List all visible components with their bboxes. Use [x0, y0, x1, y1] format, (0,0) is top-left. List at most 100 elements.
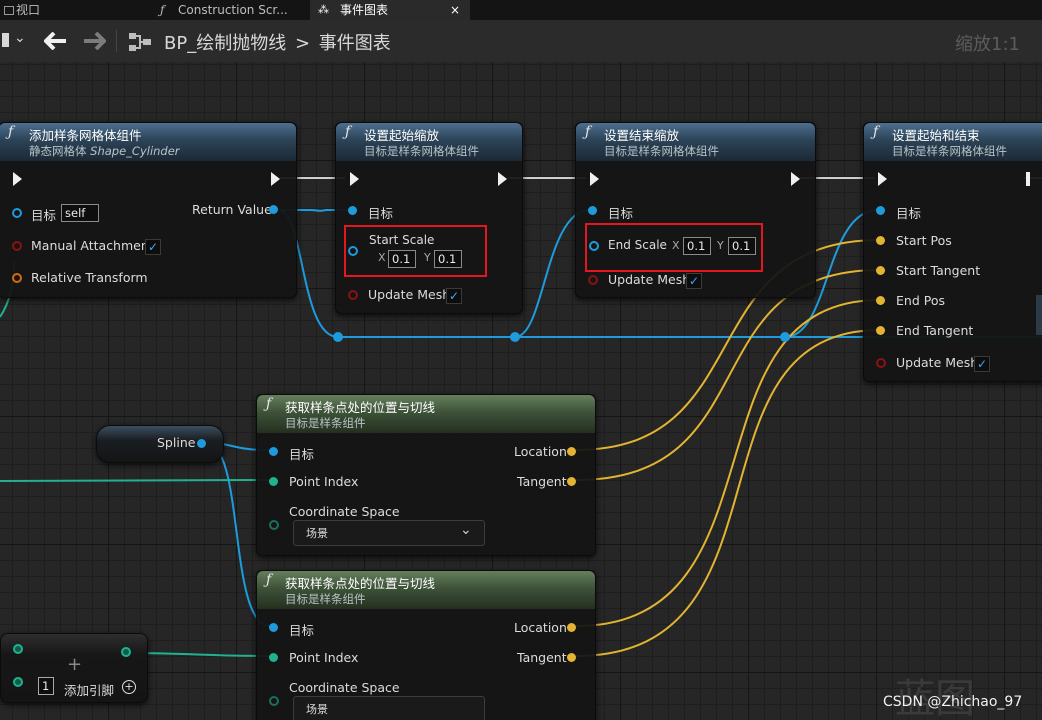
start-pos-pin[interactable]: [876, 236, 885, 245]
tangent-pin[interactable]: [567, 477, 576, 486]
target-label: 目标: [289, 447, 315, 462]
return-value-pin[interactable]: [269, 205, 278, 214]
node-add-spline-mesh-component[interactable]: ƒ 添加样条网格体组件 静态网格体 Shape_Cylinder 目标 self…: [0, 122, 297, 298]
exec-in-pin[interactable]: [590, 172, 599, 186]
manual-attachment-pin[interactable]: [12, 241, 22, 251]
start-tangent-label: Start Tangent: [896, 263, 981, 278]
manual-attachment-checkbox[interactable]: ✓: [145, 239, 161, 255]
point-index-label: Point Index: [289, 650, 359, 665]
spline-variable-node[interactable]: Spline: [96, 425, 224, 463]
breadcrumb-blueprint[interactable]: BP_绘制抛物线: [164, 33, 286, 54]
update-mesh-checkbox[interactable]: ✓: [446, 288, 462, 304]
array-output-pin[interactable]: [121, 647, 131, 657]
function-icon: ƒ: [266, 572, 272, 588]
update-mesh-checkbox[interactable]: ✓: [686, 273, 702, 289]
target-pin[interactable]: [588, 206, 597, 215]
breadcrumb-graph[interactable]: 事件图表: [319, 33, 391, 54]
node-header: ƒ 设置起始和结束 目标是样条网格体组件: [864, 123, 1042, 161]
exec-out-pin[interactable]: [791, 172, 800, 186]
graph-toolbar: ⌄ BP_绘制抛物线 > 事件图表 缩放1:1: [0, 20, 1042, 62]
target-pin[interactable]: [269, 623, 278, 632]
end-tangent-pin[interactable]: [876, 326, 885, 335]
node-get-location-tangent-at-point-1[interactable]: ƒ 获取样条点处的位置与切线 目标是样条组件 目标 Point Index Co…: [256, 394, 596, 556]
array-input-pin[interactable]: [13, 677, 23, 687]
bookmark-icon[interactable]: [2, 33, 9, 47]
tab-event-graph[interactable]: ⁂ 事件图表 ×: [310, 0, 470, 20]
node-title: 设置起始和结束: [892, 128, 980, 143]
spline-output-pin[interactable]: [197, 439, 206, 448]
node-header: ƒ 设置结束缩放 目标是样条网格体组件: [576, 123, 815, 161]
target-self-field[interactable]: self: [61, 204, 99, 222]
coordinate-space-pin[interactable]: [269, 696, 279, 706]
relative-transform-pin[interactable]: [12, 273, 22, 283]
tangent-pin[interactable]: [567, 653, 576, 662]
node-make-array[interactable]: + 1 添加引脚 +: [0, 633, 148, 703]
exec-in-pin[interactable]: [13, 172, 22, 186]
manual-attachment-label: Manual Attachment: [31, 238, 154, 253]
chevron-down-icon: ⌄: [460, 522, 472, 538]
target-pin[interactable]: [269, 447, 278, 456]
node-subtitle: 目标是样条网格体组件: [364, 144, 479, 158]
watermark: CSDN @Zhichao_97: [883, 694, 1023, 710]
point-index-pin[interactable]: [269, 477, 278, 486]
node-set-start-and-end[interactable]: ƒ 设置起始和结束 目标是样条网格体组件 目标 Start Pos Start …: [863, 122, 1042, 382]
location-pin[interactable]: [567, 623, 576, 632]
update-mesh-pin[interactable]: [588, 275, 598, 285]
target-label: 目标: [896, 206, 922, 221]
array-input-pin[interactable]: [13, 644, 23, 654]
exec-out-pin[interactable]: [271, 172, 280, 186]
update-mesh-checkbox[interactable]: ✓: [974, 356, 990, 372]
function-icon: ƒ: [873, 124, 879, 140]
function-icon: ƒ: [8, 124, 14, 140]
node-header: ƒ 设置起始缩放 目标是样条网格体组件: [336, 123, 522, 161]
exec-out-pin[interactable]: [498, 172, 507, 186]
coordinate-space-dropdown[interactable]: 场景: [293, 696, 485, 720]
exec-in-pin[interactable]: [878, 172, 887, 186]
node-title: 设置结束缩放: [604, 128, 680, 143]
start-pos-label: Start Pos: [896, 233, 952, 248]
target-pin[interactable]: [348, 206, 357, 215]
close-icon[interactable]: ×: [450, 0, 460, 20]
coordinate-space-pin[interactable]: [269, 520, 279, 530]
node-subtitle: 目标是样条网格体组件: [892, 144, 1007, 158]
end-tangent-label: End Tangent: [896, 323, 974, 338]
event-graph-canvas[interactable]: 蓝图 ƒ 添加样条网格体组件 静态网格体 Shape_Cylinder 目标 s…: [0, 62, 1042, 720]
chevron-down-icon[interactable]: ⌄: [14, 30, 26, 46]
node-header: ƒ 获取样条点处的位置与切线 目标是样条组件: [257, 395, 595, 433]
subtitle-prefix: 静态网格体: [29, 144, 87, 158]
forward-arrow-icon[interactable]: [82, 32, 106, 50]
start-tangent-pin[interactable]: [876, 266, 885, 275]
target-pin[interactable]: [876, 206, 885, 215]
add-pin-label[interactable]: 添加引脚: [64, 680, 114, 699]
node-set-start-scale[interactable]: ƒ 设置起始缩放 目标是样条网格体组件 目标 Start Scale X 0.1…: [335, 122, 523, 314]
update-mesh-pin[interactable]: [348, 290, 358, 300]
spline-variable-label: Spline: [157, 435, 196, 450]
target-pin[interactable]: [12, 208, 22, 218]
return-value-label: Return Value: [192, 202, 272, 217]
node-get-location-tangent-at-point-2[interactable]: ƒ 获取样条点处的位置与切线 目标是样条组件 目标 Point Index Co…: [256, 570, 596, 720]
update-mesh-label: Update Mesh: [896, 355, 979, 370]
index-field[interactable]: 1: [38, 677, 54, 695]
add-pin-icon[interactable]: +: [122, 680, 136, 694]
tab-viewport[interactable]: 视口: [0, 0, 148, 20]
location-pin[interactable]: [567, 447, 576, 456]
blueprint-graph-icon: [129, 33, 151, 51]
coordinate-space-label: Coordinate Space: [289, 680, 400, 695]
tab-label: 事件图表: [340, 3, 389, 17]
update-mesh-pin[interactable]: [876, 358, 886, 368]
tab-construction-script[interactable]: ƒ Construction Scr...: [148, 0, 308, 20]
end-pos-pin[interactable]: [876, 296, 885, 305]
zoom-level: 缩放1:1: [955, 34, 1020, 55]
update-mesh-label: Update Mesh: [608, 272, 691, 287]
edge-arrow: [1036, 295, 1042, 335]
exec-in-pin[interactable]: [350, 172, 359, 186]
exec-out-pin[interactable]: [1026, 172, 1030, 186]
tab-label: Construction Scr...: [178, 3, 288, 17]
point-index-pin[interactable]: [269, 653, 278, 662]
coordinate-space-dropdown[interactable]: 场景 ⌄: [293, 520, 485, 546]
target-label: 目标: [368, 206, 394, 221]
back-arrow-icon[interactable]: [44, 32, 68, 50]
point-index-label: Point Index: [289, 474, 359, 489]
tangent-label: Tangent: [517, 650, 567, 665]
node-subtitle: 目标是样条组件: [285, 592, 366, 606]
